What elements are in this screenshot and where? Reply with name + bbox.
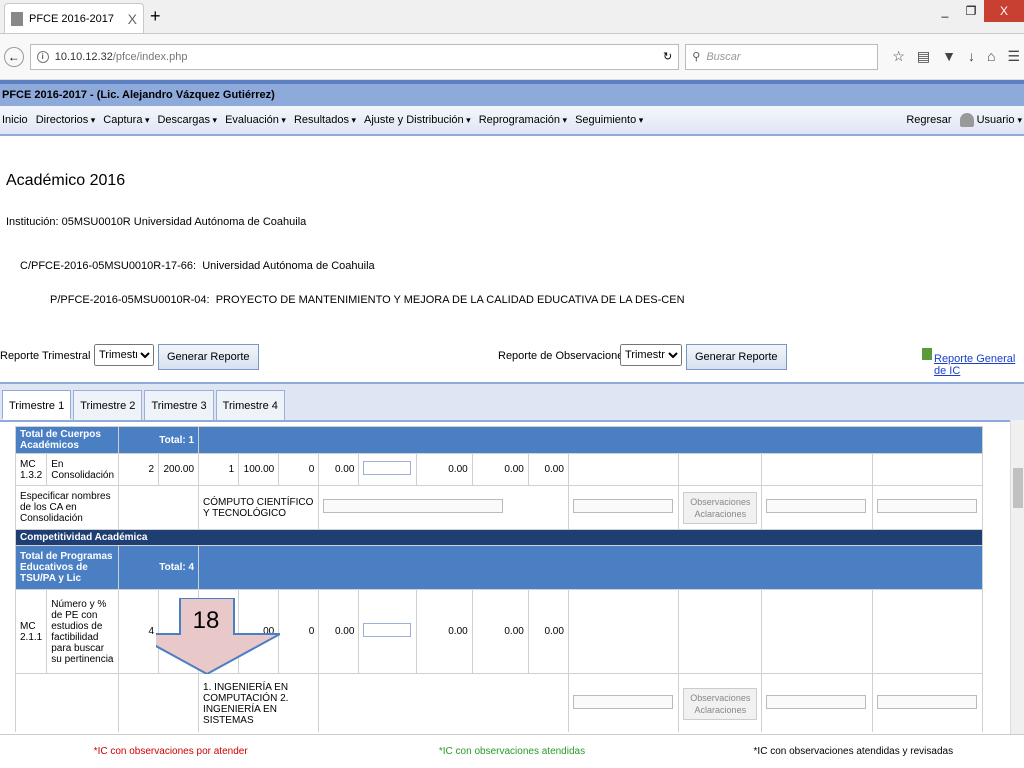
- pocket-icon[interactable]: ▼: [942, 48, 956, 65]
- user-avatar-icon: [959, 113, 974, 127]
- table-header-row: Total de Cuerpos Académicos Total: 1: [14, 426, 984, 454]
- back-link[interactable]: Regresar: [906, 114, 951, 126]
- observations-report-select[interactable]: Trimestre 1: [620, 344, 682, 366]
- callout-arrow-icon: 18: [156, 598, 280, 674]
- comment-textarea[interactable]: [572, 695, 673, 709]
- window-controls: _ ❐ X: [932, 0, 1024, 22]
- main-menu: Inicio Directorios Captura Descargas Eva…: [0, 106, 1024, 136]
- tab-trimestre-1[interactable]: Trimestre 1: [2, 390, 72, 420]
- observations-button[interactable]: Observaciones Aclaraciones: [683, 687, 758, 720]
- generate-observations-report-button[interactable]: Generar Reporte: [686, 344, 787, 370]
- browser-tab[interactable]: PFCE 2016-2017 X: [4, 3, 144, 33]
- p-project-line: P/PFCE-2016-05MSU0010R-04: PROYECTO DE M…: [50, 294, 685, 306]
- info-icon[interactable]: i: [36, 50, 49, 63]
- app-title-bar: PFCE 2016-2017 - (Lic. Alejandro Vázquez…: [0, 80, 1024, 106]
- quarter-tabs: Trimestre 1 Trimestre 2 Trimestre 3 Trim…: [0, 382, 1024, 420]
- capture-input[interactable]: [363, 461, 412, 475]
- callout-number: 18: [193, 607, 220, 634]
- capture-input[interactable]: [363, 623, 412, 637]
- back-arrow-icon[interactable]: ←: [4, 46, 24, 67]
- home-icon[interactable]: ⌂: [987, 48, 995, 65]
- menu-item-ajuste[interactable]: Ajuste y Distribución: [364, 114, 471, 126]
- spreadsheet-icon: [922, 348, 932, 360]
- reload-icon[interactable]: ↻: [663, 50, 672, 63]
- search-input[interactable]: ⚲ Buscar: [685, 43, 879, 70]
- user-menu[interactable]: Usuario: [959, 113, 1022, 127]
- maximize-button[interactable]: ❐: [958, 0, 984, 22]
- download-icon[interactable]: ↓: [968, 48, 975, 65]
- toolbar-icons: ☆ ▤ ▼ ↓ ⌂ ☰: [892, 48, 1020, 65]
- table-row: 1. INGENIERÍA EN COMPUTACIÓN 2. INGENIER…: [14, 673, 984, 732]
- legend-attended: *IC con observaciones atendidas: [438, 746, 586, 757]
- minimize-button[interactable]: _: [932, 0, 958, 22]
- table-scrollbar[interactable]: [1010, 420, 1024, 734]
- indicators-table: Total de Cuerpos Académicos Total: 1 MC …: [14, 426, 984, 732]
- observations-button[interactable]: Observaciones Aclaraciones: [683, 491, 758, 524]
- table-header-row: Total de Programas Educativos de TSU/PA …: [14, 545, 984, 590]
- menu-item-inicio[interactable]: Inicio: [2, 114, 28, 126]
- browser-nav-bar: ← i 10.10.12.32/pfce/index.php ↻ ⚲ Busca…: [0, 34, 1024, 80]
- app-title: PFCE 2016-2017 - (Lic. Alejandro Vázquez…: [2, 89, 275, 101]
- menu-item-evaluacion[interactable]: Evaluación: [225, 114, 286, 126]
- new-tab-button[interactable]: +: [150, 6, 161, 27]
- quarterly-report-select[interactable]: Trimestre 1: [94, 344, 154, 366]
- reader-list-icon[interactable]: ▤: [917, 48, 930, 65]
- indicators-table-area: Total de Cuerpos Académicos Total: 1 MC …: [0, 420, 1010, 732]
- close-window-button[interactable]: X: [984, 0, 1024, 22]
- report-controls: Reporte Trimestral de IC: Trimestre 1 Ge…: [0, 344, 1024, 377]
- menu-item-seguimiento[interactable]: Seguimiento: [575, 114, 643, 126]
- tab-trimestre-4[interactable]: Trimestre 4: [215, 390, 285, 420]
- generate-quarterly-report-button[interactable]: Generar Reporte: [158, 344, 259, 370]
- legend-revised: *IC con observaciones atendidas y revisa…: [753, 746, 954, 757]
- status-legend: *IC con observaciones por atender *IC co…: [0, 734, 1024, 768]
- address-bar[interactable]: i 10.10.12.32/pfce/index.php ↻: [29, 43, 680, 70]
- table-row: MC 1.3.2 En Consolidación 2 200.00 1 100…: [14, 453, 984, 486]
- comment-textarea[interactable]: [572, 499, 673, 513]
- scrollbar-thumb[interactable]: [1013, 468, 1023, 508]
- comment-textarea[interactable]: [876, 499, 977, 513]
- institution-line: Institución: 05MSU0010R Universidad Autó…: [6, 216, 307, 228]
- section-header-row: Competitividad Académica: [14, 529, 984, 546]
- menu-item-descargas[interactable]: Descargas: [157, 114, 217, 126]
- legend-pending: *IC con observaciones por atender: [93, 746, 248, 757]
- url-text[interactable]: 10.10.12.32/pfce/index.php: [55, 51, 657, 63]
- bookmark-star-icon[interactable]: ☆: [892, 48, 905, 65]
- comment-textarea[interactable]: [323, 499, 504, 513]
- browser-tab-bar: PFCE 2016-2017 X + _ ❐ X: [0, 0, 1024, 34]
- comment-textarea[interactable]: [766, 695, 867, 709]
- menu-item-resultados[interactable]: Resultados: [294, 114, 356, 126]
- menu-item-captura[interactable]: Captura: [103, 114, 149, 126]
- tab-close-icon[interactable]: X: [128, 11, 137, 27]
- comment-textarea[interactable]: [876, 695, 977, 709]
- table-row: Especificar nombres de los CA en Consoli…: [14, 485, 984, 530]
- general-report-link[interactable]: Reporte General de IC: [934, 353, 1024, 377]
- c-project-line: C/PFCE-2016-05MSU0010R-17-66: Universida…: [20, 260, 375, 272]
- tab-title: PFCE 2016-2017: [29, 12, 114, 25]
- favicon-icon: [11, 11, 23, 26]
- tab-trimestre-2[interactable]: Trimestre 2: [73, 390, 143, 420]
- tab-trimestre-3[interactable]: Trimestre 3: [144, 390, 214, 420]
- hamburger-menu-icon[interactable]: ☰: [1007, 48, 1020, 65]
- menu-item-reprogramacion[interactable]: Reprogramación: [479, 114, 567, 126]
- page-title: Académico 2016: [6, 172, 126, 189]
- comment-textarea[interactable]: [766, 499, 867, 513]
- search-icon: ⚲: [692, 51, 701, 63]
- menu-item-directorios[interactable]: Directorios: [36, 114, 96, 126]
